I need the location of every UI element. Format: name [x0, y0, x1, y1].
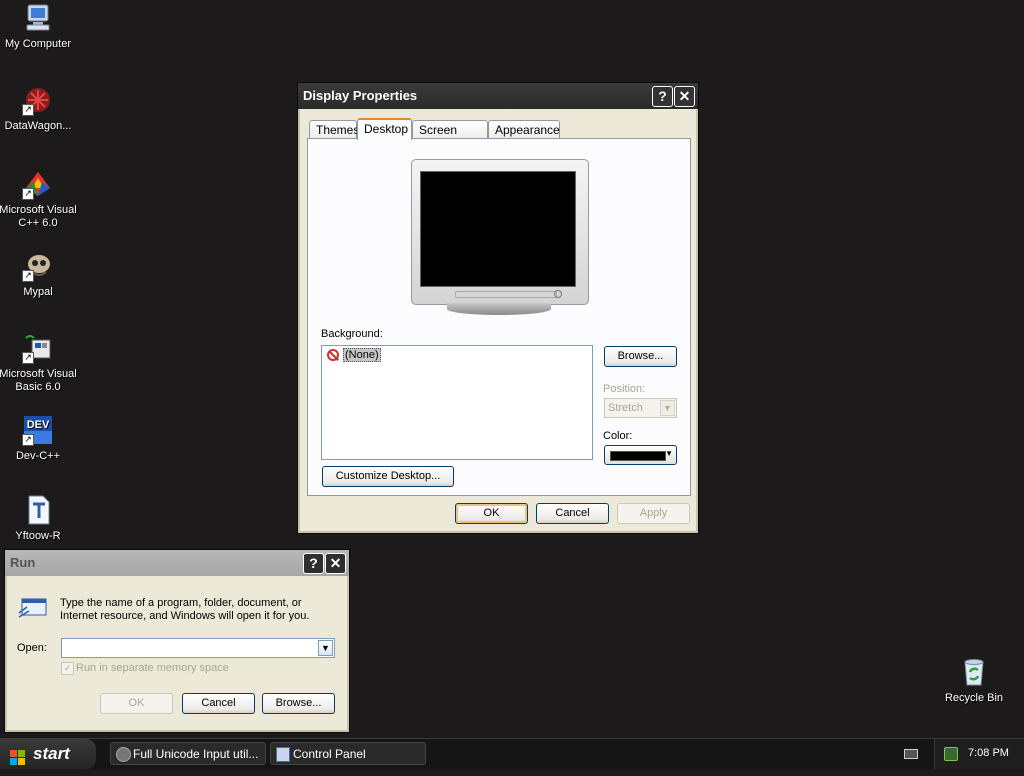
network-icon[interactable]: [944, 747, 958, 761]
dev-cpp-icon-text: DEV: [27, 419, 50, 431]
desktop-icon-label: Yftoow-R: [15, 530, 61, 542]
open-combobox[interactable]: ▼: [61, 638, 335, 658]
run-description: Type the name of a program, folder, docu…: [60, 597, 310, 622]
desktop-icon-my-computer[interactable]: My Computer: [0, 2, 78, 51]
desktop-icon-recycle-bin[interactable]: Recycle Bin: [934, 656, 1014, 705]
background-label: Background:: [321, 328, 383, 340]
shortcut-arrow-icon: ↗: [22, 434, 34, 446]
browse-button[interactable]: Browse...: [604, 346, 677, 367]
taskbar-item-control-panel[interactable]: Control Panel: [270, 742, 426, 765]
tab-themes[interactable]: Themes: [309, 120, 359, 140]
system-tray: 7:08 PM: [934, 739, 1024, 769]
run-icon: [17, 595, 49, 623]
control-panel-icon: [276, 747, 290, 762]
desktop-icon-label: Recycle Bin: [944, 692, 1004, 704]
help-button[interactable]: ?: [652, 86, 673, 107]
display-properties-titlebar[interactable]: Display Properties ? ✕: [298, 83, 698, 109]
desktop-icon-msvb[interactable]: ↗ Microsoft Visual Basic 6.0: [0, 332, 78, 394]
color-swatch: [610, 451, 666, 461]
monitor-preview: [411, 159, 589, 317]
desktop-icon-label: Mypal: [23, 286, 53, 298]
tab-appearance[interactable]: Appearance: [488, 120, 560, 140]
shortcut-arrow-icon: ↗: [22, 352, 34, 364]
tab-screen-saver[interactable]: Screen Saver: [412, 120, 488, 156]
taskbar: start Full Unicode Input util... Control…: [0, 738, 1024, 769]
shortcut-arrow-icon: ↗: [22, 270, 34, 282]
desktop-icon-label: My Computer: [4, 38, 72, 50]
background-item-label: (None): [343, 348, 381, 362]
apply-button[interactable]: Apply: [617, 503, 690, 524]
keyboard-icon[interactable]: [904, 749, 918, 759]
desktop-icon-label: Dev-C++: [15, 450, 61, 462]
chevron-down-icon: ▼: [660, 400, 675, 416]
run-cancel-button[interactable]: Cancel: [182, 693, 255, 714]
none-icon: [327, 349, 339, 361]
datawagon-icon: ↗: [22, 84, 54, 116]
tab-desktop[interactable]: Desktop: [357, 118, 412, 140]
window-title: Run: [10, 555, 36, 570]
desktop-tab-panel: Background: (None) Browse... Position: S…: [307, 138, 691, 496]
open-label: Open:: [17, 642, 47, 654]
ok-button[interactable]: OK: [455, 503, 528, 524]
close-button[interactable]: ✕: [674, 86, 695, 107]
cancel-button[interactable]: Cancel: [536, 503, 609, 524]
monitor-screen-preview: [420, 171, 576, 287]
taskbar-item-unicode-input[interactable]: Full Unicode Input util...: [110, 742, 266, 765]
dev-cpp-icon: DEV ↗: [22, 414, 54, 446]
monitor-power-icon: [554, 290, 562, 298]
desktop-icon-devcpp[interactable]: DEV ↗ Dev-C++: [0, 414, 78, 463]
chevron-down-icon: ▼: [665, 449, 673, 458]
visual-basic-icon: ↗: [22, 332, 54, 364]
clock[interactable]: 7:08 PM: [968, 747, 1009, 759]
open-input[interactable]: [64, 640, 318, 656]
position-value: Stretch: [608, 402, 643, 414]
customize-desktop-button[interactable]: Customize Desktop...: [322, 466, 454, 487]
document-file-icon: [22, 494, 54, 526]
run-ok-button[interactable]: OK: [100, 693, 173, 714]
my-computer-icon: [22, 2, 54, 34]
visual-cpp-icon: ↗: [22, 168, 54, 200]
taskbar-item-label: Full Unicode Input util...: [133, 747, 259, 761]
mypal-icon: ↗: [22, 250, 54, 282]
display-properties-window: Display Properties ? ✕ Themes Desktop Sc…: [297, 82, 699, 534]
run-titlebar[interactable]: Run ? ✕: [5, 550, 349, 576]
recycle-bin-icon: [958, 656, 990, 688]
position-label: Position:: [603, 383, 646, 395]
window-title: Display Properties: [303, 88, 418, 103]
help-button[interactable]: ?: [303, 553, 324, 574]
separate-memory-label: Run in separate memory space: [76, 662, 229, 674]
desktop-icon-label: Microsoft Visual Basic 6.0: [0, 368, 77, 393]
color-label: Color:: [603, 430, 633, 442]
windows-logo-icon: [10, 746, 26, 765]
desktop-icon-label: DataWagon...: [4, 120, 72, 132]
start-label: start: [33, 744, 70, 763]
run-browse-button[interactable]: Browse...: [262, 693, 335, 714]
taskbar-item-label: Control Panel: [293, 747, 366, 761]
desktop-icon-msvc[interactable]: ↗ Microsoft Visual C++ 6.0: [0, 168, 78, 230]
color-picker-button[interactable]: ▼: [604, 445, 677, 465]
shortcut-arrow-icon: ↗: [22, 188, 34, 200]
desktop-icon-label: Microsoft Visual C++ 6.0: [0, 204, 77, 229]
app-icon: [116, 747, 131, 762]
position-select[interactable]: Stretch ▼: [604, 398, 677, 418]
desktop-icon-datawagon[interactable]: ↗ DataWagon...: [0, 84, 78, 133]
run-dialog: Run ? ✕ Type the name of a program, fold…: [4, 549, 350, 733]
separate-memory-checkbox[interactable]: ✓: [61, 662, 74, 675]
close-button[interactable]: ✕: [325, 553, 346, 574]
start-button[interactable]: start: [0, 739, 96, 769]
desktop-icon-mypal[interactable]: ↗ Mypal: [0, 250, 78, 299]
background-list[interactable]: (None): [321, 345, 593, 460]
shortcut-arrow-icon: ↗: [22, 104, 34, 116]
chevron-down-icon[interactable]: ▼: [318, 640, 333, 656]
desktop-icon-yftoow[interactable]: Yftoow-R: [0, 494, 78, 543]
